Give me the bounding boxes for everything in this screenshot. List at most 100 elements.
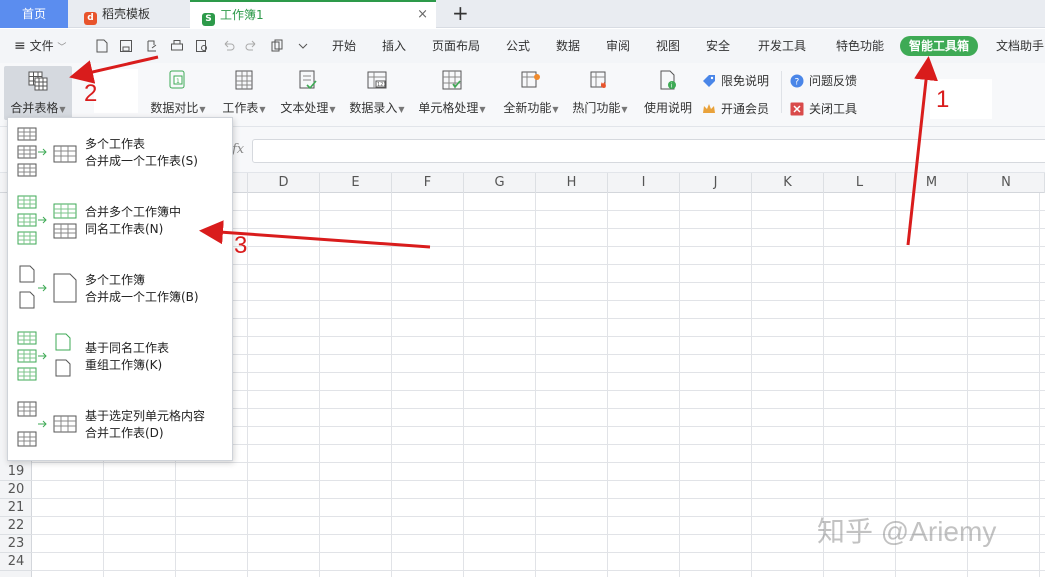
svg-text:123: 123 bbox=[377, 82, 387, 88]
tab-template-label: 稻壳模板 bbox=[102, 7, 151, 21]
new-features-button[interactable]: 全新功能▼ bbox=[500, 63, 562, 123]
column-header-l[interactable]: L bbox=[824, 173, 896, 193]
data-entry-label: 数据录入▼ bbox=[349, 101, 405, 115]
data-compare-button[interactable]: 1 数据对比▼ bbox=[148, 63, 208, 123]
column-header-h[interactable]: H bbox=[536, 173, 608, 193]
merge-same-name-label: 合并多个工作簿中 同名工作表(N) bbox=[85, 205, 182, 236]
watermark: 知乎 @Ariemy bbox=[817, 516, 997, 547]
usage-guide-button[interactable]: i 使用说明 bbox=[642, 63, 694, 123]
docer-logo-icon: d bbox=[84, 12, 97, 25]
merge-by-column-label: 基于选定列单元格内容 合并工作表(D) bbox=[85, 409, 206, 440]
row-header-19[interactable]: 19 bbox=[0, 463, 32, 481]
column-header-k[interactable]: K bbox=[752, 173, 824, 193]
column-header-j[interactable]: J bbox=[680, 173, 752, 193]
data-entry-icon: 123 bbox=[367, 71, 387, 89]
menu-view[interactable]: 视图 bbox=[656, 29, 680, 63]
row-header-20[interactable]: 20 bbox=[0, 481, 32, 499]
annotation-2: 2 bbox=[84, 80, 98, 107]
hot-features-button[interactable]: 热门功能▼ bbox=[570, 63, 630, 123]
column-header-g[interactable]: G bbox=[464, 173, 536, 193]
ribbon-separator bbox=[781, 71, 782, 113]
tab-workbook[interactable]: S 工作簿1 × bbox=[190, 0, 436, 28]
svg-text:1: 1 bbox=[176, 78, 180, 85]
undo-icon[interactable] bbox=[221, 39, 235, 53]
menu-bar: ≡ 文件 ﹀ 开始 插入 页面布局 公式 数据 审阅 视图 安全 开发工具 特色… bbox=[0, 29, 1045, 63]
menu-developer[interactable]: 开发工具 bbox=[758, 29, 806, 63]
menu-page-layout[interactable]: 页面布局 bbox=[432, 29, 480, 63]
merge-same-name-sheets-option[interactable]: 合并多个工作簿中 同名工作表(N) bbox=[8, 186, 232, 254]
customize-icon[interactable] bbox=[296, 39, 310, 53]
menu-review[interactable]: 审阅 bbox=[606, 29, 630, 63]
cell-process-icon bbox=[442, 70, 462, 90]
annotation-1: 1 bbox=[936, 86, 950, 113]
row-header-21[interactable]: 21 bbox=[0, 499, 32, 517]
open-membership-link[interactable]: 开通会员 bbox=[702, 99, 769, 119]
row-header-24[interactable]: 24 bbox=[0, 553, 32, 571]
usage-guide-label: 使用说明 bbox=[643, 101, 692, 115]
column-header-i[interactable]: I bbox=[608, 173, 680, 193]
data-compare-icon: 1 bbox=[169, 70, 185, 89]
new-file-icon[interactable] bbox=[95, 39, 109, 53]
menu-insert[interactable]: 插入 bbox=[382, 29, 406, 63]
document-info-icon: i bbox=[660, 70, 676, 90]
merge-by-column-option[interactable]: 基于选定列单元格内容 合并工作表(D) bbox=[8, 390, 232, 458]
hot-features-label: 热门功能▼ bbox=[572, 101, 628, 115]
crown-icon bbox=[703, 104, 715, 113]
merge-same-name-icon bbox=[17, 195, 77, 245]
worksheet-button[interactable]: 工作表▼ bbox=[220, 63, 268, 123]
cell-process-label: 单元格处理▼ bbox=[418, 101, 486, 115]
annotation-3: 3 bbox=[234, 232, 248, 259]
tag-icon bbox=[703, 75, 715, 87]
row-header-23[interactable]: 23 bbox=[0, 535, 32, 553]
regroup-workbook-icon bbox=[17, 331, 71, 381]
merge-workbooks-icon bbox=[19, 265, 77, 309]
column-header-n[interactable]: N bbox=[968, 173, 1045, 193]
new-tab-button[interactable]: + bbox=[452, 0, 469, 28]
file-menu[interactable]: ≡ 文件 ﹀ bbox=[14, 29, 66, 63]
merge-table-dropdown: 多个工作表 合并成一个工作表(S) 合并多个工作簿中 同名工作表(N) 多个工作簿合… bbox=[7, 117, 233, 461]
menu-security[interactable]: 安全 bbox=[706, 29, 730, 63]
regroup-workbook-option[interactable]: 基于同名工作表 重组工作簿(K) bbox=[8, 322, 232, 390]
close-icon[interactable]: × bbox=[417, 2, 428, 28]
export-icon[interactable] bbox=[145, 39, 159, 53]
text-process-button[interactable]: 文本处理▼ bbox=[278, 63, 338, 123]
merge-by-column-icon bbox=[17, 401, 77, 447]
row-header-22[interactable]: 22 bbox=[0, 517, 32, 535]
tab-home[interactable]: 首页 bbox=[0, 0, 68, 28]
menu-doc-assistant[interactable]: 文档助手 bbox=[996, 29, 1044, 63]
new-features-icon bbox=[521, 71, 540, 88]
close-tool-link[interactable]: 关闭工具 bbox=[790, 99, 857, 119]
menu-features[interactable]: 特色功能 bbox=[836, 29, 884, 63]
print-preview-icon[interactable] bbox=[195, 39, 209, 53]
merge-sheets-icon bbox=[17, 127, 77, 177]
fx-icon[interactable]: fx bbox=[232, 142, 244, 157]
merge-sheets-to-one-option[interactable]: 多个工作表 合并成一个工作表(S) bbox=[8, 118, 232, 186]
copy-format-icon[interactable] bbox=[270, 39, 284, 53]
cell-process-button[interactable]: 单元格处理▼ bbox=[416, 63, 488, 123]
column-header-e[interactable]: E bbox=[320, 173, 392, 193]
svg-text:?: ? bbox=[795, 78, 800, 88]
menu-smart-toolbox[interactable]: 智能工具箱 bbox=[900, 36, 979, 56]
tab-template[interactable]: d 稻壳模板 bbox=[70, 0, 188, 28]
menu-data[interactable]: 数据 bbox=[556, 29, 580, 63]
merge-workbooks-option[interactable]: 多个工作簿 合并成一个工作簿(B) bbox=[8, 254, 232, 322]
column-header-f[interactable]: F bbox=[392, 173, 464, 193]
menu-start[interactable]: 开始 bbox=[332, 29, 356, 63]
data-entry-button[interactable]: 123 数据录入▼ bbox=[347, 63, 407, 123]
text-process-icon bbox=[299, 70, 317, 90]
print-icon[interactable] bbox=[170, 39, 184, 53]
column-header-m[interactable]: M bbox=[896, 173, 968, 193]
disclaimer-link[interactable]: 限免说明 bbox=[702, 71, 769, 91]
column-header-d[interactable]: D bbox=[248, 173, 320, 193]
feedback-link[interactable]: ? 问题反馈 bbox=[790, 71, 857, 91]
merge-table-button[interactable]: 合并表格▼ bbox=[4, 66, 72, 120]
close-square-icon bbox=[790, 102, 804, 116]
menu-formula[interactable]: 公式 bbox=[506, 29, 530, 63]
save-icon[interactable] bbox=[119, 39, 133, 53]
spreadsheet-logo-icon: S bbox=[202, 13, 215, 26]
formula-input[interactable] bbox=[252, 139, 1045, 163]
merge-table-label: 合并表格▼ bbox=[10, 101, 66, 115]
redo-icon[interactable] bbox=[245, 39, 259, 53]
worksheet-icon bbox=[235, 70, 253, 90]
tab-workbook-label: 工作簿1 bbox=[220, 8, 264, 22]
